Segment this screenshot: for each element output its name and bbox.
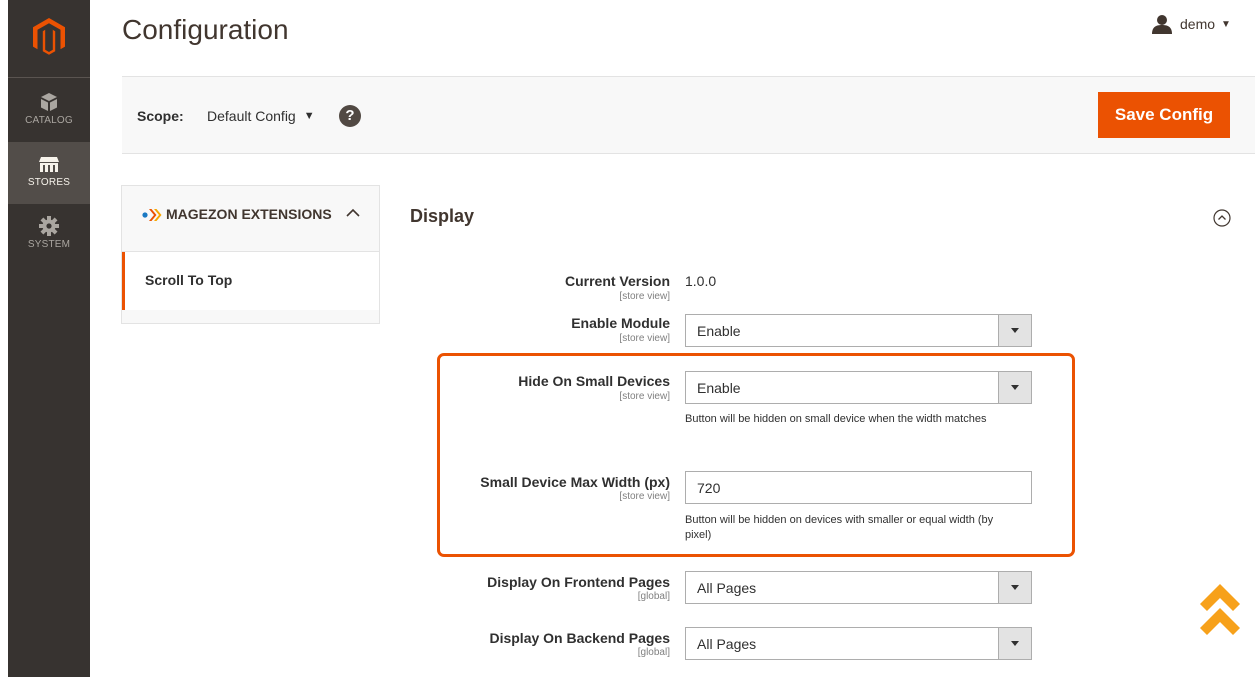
dropdown-arrow-icon [998, 372, 1031, 403]
enable-module-scope: [store view] [619, 333, 670, 344]
dropdown-arrow-icon [998, 628, 1031, 659]
max-width-input[interactable] [685, 471, 1032, 504]
scope-value: Default Config [207, 108, 296, 124]
sidebar-item-label: STORES [27, 177, 71, 188]
sidebar-item-stores[interactable]: STORES [8, 142, 90, 204]
collapse-icon[interactable] [1213, 209, 1231, 227]
scope-switcher[interactable]: Default Config ▼ [207, 108, 315, 124]
magento-logo-icon [33, 18, 65, 55]
chevron-down-icon: ▼ [1221, 18, 1231, 30]
sidebar-item-catalog[interactable]: CATALOG [8, 80, 90, 142]
hide-small-devices-select[interactable]: Enable [685, 371, 1032, 404]
current-version-label: Current Version [564, 273, 670, 289]
tab-scroll-to-top[interactable]: Scroll To Top [122, 252, 379, 310]
config-tabs: MAGEZON EXTENSIONS Scroll To Top [121, 185, 380, 324]
hide-small-devices-note: Button will be hidden on small device wh… [685, 413, 987, 425]
gear-icon [39, 216, 59, 236]
save-config-button[interactable]: Save Config [1098, 92, 1230, 138]
select-value: All Pages [697, 636, 757, 652]
select-value: Enable [697, 323, 741, 339]
scroll-to-top-icon[interactable] [1196, 578, 1244, 636]
current-version-value: 1.0.0 [685, 273, 717, 289]
sidebar-item-label: CATALOG [25, 115, 73, 126]
backend-pages-label: Display On Backend Pages [489, 630, 670, 646]
backend-pages-scope: [global] [637, 647, 670, 658]
max-width-label: Small Device Max Width (px) [480, 474, 670, 490]
enable-module-label: Enable Module [571, 315, 670, 331]
enable-module-select[interactable]: Enable [685, 314, 1032, 347]
frontend-pages-scope: [global] [637, 591, 670, 602]
tab-label: Scroll To Top [145, 272, 233, 288]
current-version-scope: [store view] [619, 291, 670, 302]
hide-small-devices-scope: [store view] [619, 391, 670, 402]
max-width-scope: [store view] [619, 491, 670, 502]
frontend-pages-select[interactable]: All Pages [685, 571, 1032, 604]
magezon-logo-icon [142, 209, 162, 221]
sidebar-item-label: SYSTEM [27, 239, 71, 250]
store-icon [39, 157, 59, 172]
user-account-menu[interactable]: demo ▼ [1152, 14, 1231, 34]
admin-sidebar: CATALOG STORES SYSTEM [8, 0, 90, 677]
frontend-pages-label: Display On Frontend Pages [487, 574, 670, 590]
select-value: All Pages [697, 580, 757, 596]
chevron-down-icon: ▼ [303, 110, 315, 122]
help-icon[interactable]: ? [339, 105, 361, 127]
cube-icon [41, 93, 57, 111]
dropdown-arrow-icon [998, 572, 1031, 603]
max-width-note: Button will be hidden on devices with sm… [685, 514, 994, 541]
user-icon [1152, 15, 1172, 34]
select-value: Enable [697, 380, 741, 396]
dropdown-arrow-icon [998, 315, 1031, 346]
backend-pages-select[interactable]: All Pages [685, 627, 1032, 660]
scope-toolbar: Scope: Default Config ▼ ? Save Config [122, 76, 1255, 154]
magento-logo[interactable] [8, 0, 90, 78]
tab-group-title: MAGEZON EXTENSIONS [166, 206, 332, 222]
hide-small-devices-label: Hide On Small Devices [518, 373, 670, 389]
section-title[interactable]: Display [410, 206, 474, 227]
tab-group-magezon[interactable]: MAGEZON EXTENSIONS [122, 186, 379, 252]
scope-label: Scope: [137, 108, 184, 124]
chevron-up-icon [346, 208, 360, 217]
page-title: Configuration [122, 14, 289, 45]
user-name: demo [1180, 16, 1216, 32]
sidebar-item-system[interactable]: SYSTEM [8, 204, 90, 266]
